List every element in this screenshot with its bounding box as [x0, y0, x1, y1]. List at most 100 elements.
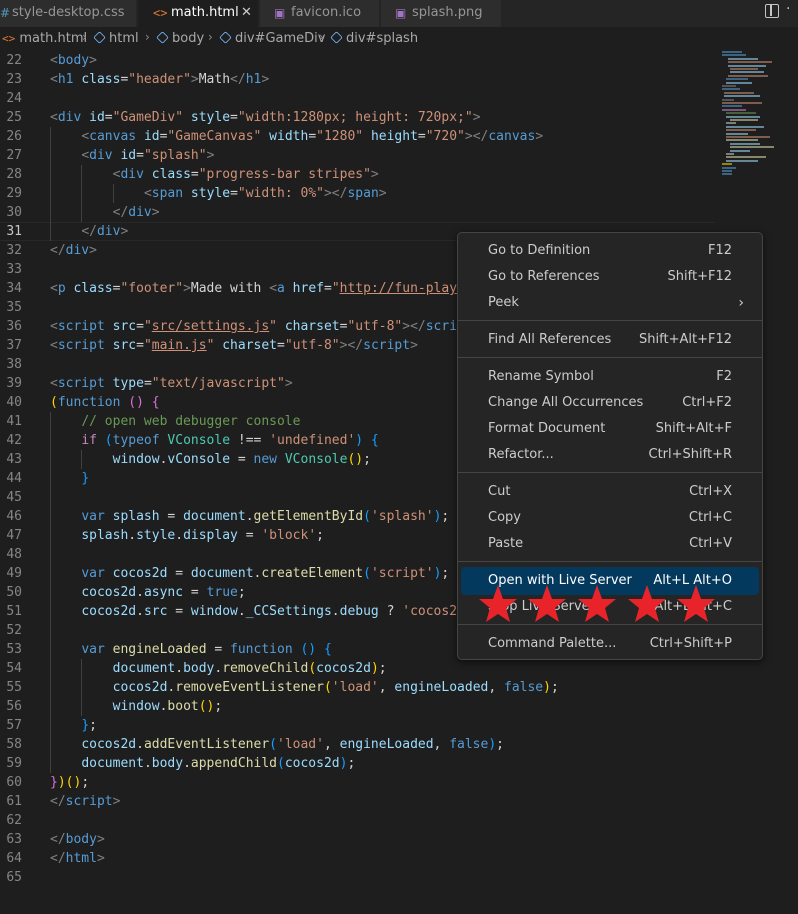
code-text: }	[81, 469, 89, 488]
code-text: <script src="main.js" charset="utf-8"></…	[50, 336, 418, 355]
code-token: style	[190, 110, 231, 125]
split-editor-icon[interactable]	[765, 4, 779, 18]
code-token: ></	[464, 129, 489, 144]
code-token: class	[81, 72, 121, 87]
line-number: 38	[6, 357, 22, 372]
menu-separator	[458, 320, 762, 321]
breadcrumb: <> math.html › html › body › div#GameDiv…	[0, 27, 798, 51]
tab-favicon-ico[interactable]: ▣ favicon.ico	[260, 0, 380, 27]
breadcrumb-item-body[interactable]: body	[156, 31, 204, 46]
menu-item-rename-symbol[interactable]: Rename Symbol F2	[462, 364, 758, 390]
code-token: VConsole	[167, 433, 231, 448]
menu-item-copy[interactable]: Copy Ctrl+C	[462, 505, 758, 531]
code-line[interactable]: 27 <div id="splash">	[0, 146, 715, 165]
menu-item-format-document[interactable]: Format Document Shift+Alt+F	[462, 416, 758, 442]
code-token: _CCSettings	[245, 604, 332, 619]
tab-style-desktop-css[interactable]: # style-desktop.css	[0, 0, 137, 27]
breadcrumb-item-html[interactable]: html	[93, 31, 139, 46]
menu-item-go-to-definition[interactable]: Go to Definition F12	[462, 238, 758, 264]
more-actions-icon[interactable]: ·	[786, 1, 791, 17]
code-token: p	[57, 281, 66, 296]
code-line[interactable]: 28 <div class="progress-bar stripes">	[0, 165, 715, 184]
code-line[interactable]: 30 </div>	[0, 203, 715, 222]
close-icon[interactable]: ✕	[241, 0, 252, 26]
code-line[interactable]: 64 </html>	[0, 849, 715, 868]
code-token: .	[128, 528, 137, 543]
breadcrumb-item-file[interactable]: <> math.html	[2, 31, 87, 46]
line-number: 30	[6, 205, 22, 220]
menu-item-find-all-references[interactable]: Find All References Shift+Alt+F12	[462, 327, 758, 353]
code-token: </	[81, 224, 97, 239]
minimap-line	[726, 122, 736, 125]
code-token: }	[81, 718, 90, 733]
code-line[interactable]: 55 cocos2d.removeEventListener('load', en…	[0, 678, 715, 697]
code-token: (	[323, 680, 332, 695]
code-line[interactable]: 26 <canvas id="GameCanvas" width="1280" h…	[0, 127, 715, 146]
minimap[interactable]	[716, 51, 798, 181]
code-text: </div>	[81, 223, 128, 240]
code-line[interactable]: 63 </body>	[0, 830, 715, 849]
code-token: h1	[245, 72, 262, 87]
code-line[interactable]: 65	[0, 868, 715, 887]
code-line[interactable]: 59 document.body.appendChild(cocos2d);	[0, 754, 715, 773]
code-token: typeof	[112, 433, 160, 448]
code-line[interactable]: 56 window.boot();	[0, 697, 715, 716]
code-token: engineLoaded	[112, 642, 207, 657]
menu-item-go-to-references[interactable]: Go to References Shift+F12	[462, 264, 758, 290]
tab-math-html[interactable]: <> math.html ✕	[138, 0, 259, 27]
code-line[interactable]: 57};	[0, 716, 715, 735]
code-token: var	[81, 509, 105, 524]
menu-item-change-all-occurrences[interactable]: Change All Occurrences Ctrl+F2	[462, 390, 758, 416]
code-text: <canvas id="GameCanvas" width="1280" hei…	[81, 127, 543, 146]
code-line[interactable]: 62	[0, 811, 715, 830]
code-token: >	[151, 205, 160, 220]
code-line[interactable]: 23 <h1 class="header">Math</h1>	[0, 70, 715, 89]
code-line[interactable]: 25 <div id="GameDiv" style="width:1280px;…	[0, 108, 715, 127]
menu-item-peek[interactable]: Peek ›	[462, 290, 758, 316]
tab-label: favicon.ico	[291, 5, 362, 20]
code-token: {	[151, 395, 160, 410]
code-token: =	[104, 110, 113, 125]
code-token: (	[104, 433, 113, 448]
line-number: 34	[6, 281, 22, 296]
code-token: src	[112, 338, 137, 353]
breadcrumb-item-splash[interactable]: div#splash	[330, 31, 418, 46]
minimap-line	[722, 173, 732, 176]
code-line[interactable]: 61 </script>	[0, 792, 715, 811]
chevron-right-icon: ›	[145, 30, 150, 44]
code-token: )	[543, 680, 551, 695]
code-line[interactable]: 54 document.body.removeChild(cocos2d);	[0, 659, 715, 678]
code-text: (function () {	[50, 393, 160, 412]
code-token: "	[143, 338, 152, 353]
code-token: createElement	[261, 566, 364, 581]
tab-splash-png[interactable]: ▣ splash.png	[381, 0, 502, 27]
code-token: ;	[378, 661, 387, 676]
menu-item-refactor[interactable]: Refactor... Ctrl+Shift+R	[462, 442, 758, 468]
minimap-line	[722, 51, 742, 53]
breadcrumb-item-gamediv[interactable]: div#GameDiv	[219, 31, 325, 46]
code-token: !==	[230, 433, 270, 448]
code-token: ></	[323, 186, 348, 201]
code-line[interactable]: 22 <body>	[0, 51, 715, 70]
menu-item-command-palette[interactable]: Command Palette... Ctrl+Shift+P	[462, 631, 758, 657]
code-token: cocos2d	[112, 566, 168, 581]
code-token: >	[472, 110, 481, 125]
code-token: html	[65, 851, 97, 866]
code-token: }	[81, 471, 90, 486]
menu-item-cut[interactable]: Cut Ctrl+X	[462, 479, 758, 505]
code-token: href	[292, 281, 324, 296]
code-line[interactable]: 58 cocos2d.addEventListener('load', engin…	[0, 735, 715, 754]
code-token: =	[230, 452, 254, 467]
code-line[interactable]: 60})();	[0, 773, 715, 792]
indent-guide	[81, 450, 83, 469]
code-line[interactable]: 29 <span style="width: 0%"></span>	[0, 184, 715, 203]
menu-item-paste[interactable]: Paste Ctrl+V	[462, 531, 758, 557]
code-token: splash	[112, 509, 160, 524]
line-number: 60	[6, 775, 22, 790]
code-line[interactable]: 24	[0, 89, 715, 108]
code-token: )()	[57, 775, 82, 790]
code-token: >	[261, 72, 270, 87]
code-text: splash.style.display = 'block';	[81, 526, 324, 545]
code-token: Math	[198, 72, 231, 87]
